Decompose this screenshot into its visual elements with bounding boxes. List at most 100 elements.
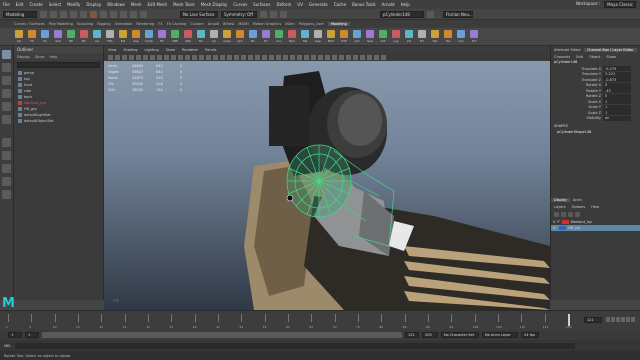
viewport-tool-icon[interactable]	[304, 54, 309, 60]
channel-attr-name[interactable]: Rotate Y	[551, 89, 603, 93]
shelf-tool-20[interactable]: Con	[274, 30, 284, 43]
menu-item-surfaces[interactable]: Surfaces	[253, 2, 270, 7]
channel-menu-object[interactable]: Object	[586, 55, 603, 59]
channel-attr-name[interactable]: Scale Z	[551, 111, 603, 115]
viewport-tool-icon[interactable]	[325, 54, 330, 60]
select-hierarchy-icon[interactable]	[90, 10, 97, 18]
shelf-tool-3[interactable]: Sub	[53, 30, 63, 43]
step-forward-icon[interactable]	[626, 317, 630, 322]
outliner-menu-display[interactable]: Display	[17, 55, 30, 59]
shelf-tool-22[interactable]: Hel	[300, 30, 310, 43]
viewport-tool-icon[interactable]	[122, 54, 127, 60]
shelf-tool-26[interactable]: Cut	[352, 30, 362, 43]
manipulator-pivot[interactable]	[286, 194, 294, 202]
viewport-tool-icon[interactable]	[374, 54, 379, 60]
step-back-icon[interactable]	[611, 317, 615, 322]
shelf-tab-poly-modeling[interactable]: Poly Modeling	[49, 22, 73, 26]
channel-attr-value[interactable]: 0	[603, 93, 631, 99]
rotate-tool-icon[interactable]	[2, 102, 11, 111]
channel-attr-value[interactable]: -45	[603, 88, 631, 94]
channel-attr-value[interactable]: -0.873	[603, 77, 631, 83]
workspace-dropdown[interactable]: Maya Classic	[604, 1, 636, 8]
layer-color-swatch[interactable]	[559, 226, 567, 230]
range-end-field[interactable]: 121	[405, 332, 419, 338]
paint-select-icon[interactable]	[2, 76, 11, 85]
shelf-tool-1[interactable]: FP	[27, 30, 37, 43]
shelf-tab-bifrost[interactable]: Bifrost	[223, 22, 234, 26]
viewport-tool-icon[interactable]	[290, 54, 295, 60]
menu-item-display[interactable]: Display	[86, 2, 101, 7]
viewport-tool-icon[interactable]	[311, 54, 316, 60]
menu-set-dropdown[interactable]: Modeling	[3, 10, 37, 18]
shelf-tool-28[interactable]: Unf	[378, 30, 388, 43]
viewport-tool-icon[interactable]	[353, 54, 358, 60]
menu-item-edit[interactable]: Edit	[16, 2, 24, 7]
shelf-tool-23[interactable]: Gear	[313, 30, 323, 43]
viewport-menu-shading[interactable]: Shading	[123, 48, 137, 52]
viewport-menu-lighting[interactable]: Lighting	[145, 48, 159, 52]
outliner-search-input[interactable]	[17, 62, 100, 68]
time-slider[interactable]: 1 5 10 15 20 25 30 35 40 45 50 55 60 65 70 75 80 85 90 95 10…	[0, 310, 640, 330]
channel-attr-name[interactable]: Translate Y	[551, 72, 603, 76]
viewport-tool-icon[interactable]	[220, 54, 225, 60]
shelf-tool-4[interactable]: BP	[66, 30, 76, 43]
play-back-icon[interactable]	[616, 317, 620, 322]
layer-visibility-toggle[interactable]: V	[553, 226, 555, 230]
relative-transform-icon[interactable]	[427, 10, 434, 18]
shelf-tool-17[interactable]: Sph	[235, 30, 245, 43]
viewport-tool-icon[interactable]	[283, 54, 288, 60]
ipr-render-icon[interactable]	[270, 10, 277, 18]
menu-item-curves[interactable]: Curves	[233, 2, 247, 7]
layer-menu-help[interactable]: Help	[588, 205, 602, 209]
shelf-tool-14[interactable]: Tar	[196, 30, 206, 43]
shelf-tab-xgen[interactable]: XGen	[285, 22, 294, 26]
layer-visibility-toggle[interactable]: V	[553, 220, 555, 224]
go-end-icon[interactable]	[631, 317, 635, 322]
single-pane-icon[interactable]	[2, 138, 11, 147]
channel-attr-name[interactable]: Rotate Z	[551, 94, 603, 98]
right-tab[interactable]: Channel Box / Layer Editor	[583, 47, 637, 52]
layer-name[interactable]: HR_lay	[568, 226, 580, 230]
menu-item-arnold[interactable]: Arnold	[382, 2, 395, 7]
layer-name[interactable]: Workout_lay	[571, 220, 592, 224]
channel-attr-value[interactable]: 1	[603, 110, 631, 116]
shelf-tool-12[interactable]: CBE	[170, 30, 180, 43]
shelf-tab-rigging[interactable]: Rigging	[97, 22, 110, 26]
channel-attr-name[interactable]: Translate Z	[551, 78, 603, 82]
new-layer-selected-icon[interactable]	[575, 212, 580, 217]
viewport-menu-view[interactable]: View	[108, 48, 116, 52]
viewport-tool-icon[interactable]	[332, 54, 337, 60]
outliner-item[interactable]: defaultObjectSet	[14, 118, 103, 124]
viewport-tool-icon[interactable]	[269, 54, 274, 60]
shelf-tool-27[interactable]: Sew	[365, 30, 375, 43]
channel-attr-name[interactable]: Visibility	[551, 116, 603, 120]
channel-attr-name[interactable]: Rotate X	[551, 83, 603, 87]
layer-menu-layers[interactable]: Layers	[551, 205, 569, 209]
command-lang-label[interactable]: MEL	[4, 344, 11, 348]
shelf-tool-21[interactable]: Pipe	[287, 30, 297, 43]
new-layer-icon[interactable]	[568, 212, 573, 217]
menu-item-select[interactable]: Select	[49, 2, 61, 7]
viewport-tool-icon[interactable]	[318, 54, 323, 60]
menu-item-mesh[interactable]: Mesh	[131, 2, 142, 7]
viewport-tool-icon[interactable]	[213, 54, 218, 60]
render-settings-icon[interactable]	[280, 10, 287, 18]
undo-icon[interactable]	[70, 10, 77, 18]
viewport-tool-icon[interactable]	[129, 54, 134, 60]
range-bar[interactable]	[42, 332, 402, 338]
viewport-tool-icon[interactable]	[381, 54, 386, 60]
shelf-tool-9[interactable]: Sep	[131, 30, 141, 43]
viewport-tool-icon[interactable]	[143, 54, 148, 60]
four-pane-icon[interactable]	[2, 151, 11, 160]
shelf-tool-18[interactable]: Pln	[248, 30, 258, 43]
menu-item-uv[interactable]: UV	[297, 2, 303, 7]
snap-point-icon[interactable]	[140, 10, 147, 18]
menu-item-cache[interactable]: Cache	[334, 2, 346, 7]
shelf-tool-7[interactable]: FPC	[105, 30, 115, 43]
shelf-tool-30[interactable]: Ctr	[404, 30, 414, 43]
menu-item-edit-mesh[interactable]: Edit Mesh	[148, 2, 168, 7]
symmetry-dropdown[interactable]: Symmetry: Off	[221, 10, 257, 18]
viewport-tool-icon[interactable]	[248, 54, 253, 60]
viewport-tool-icon[interactable]	[185, 54, 190, 60]
snap-curve-icon[interactable]	[130, 10, 137, 18]
